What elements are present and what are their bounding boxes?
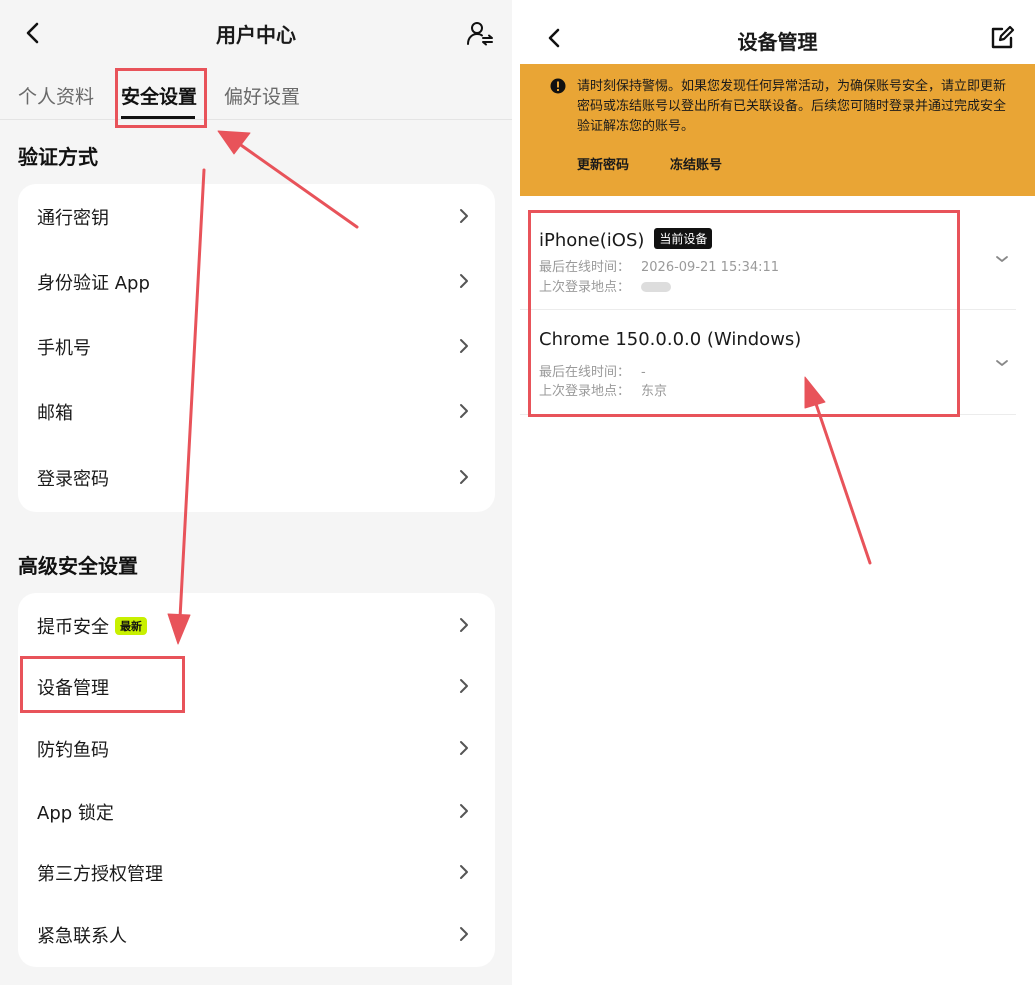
exclamation-icon <box>550 78 566 94</box>
settings-row-emergency-contact[interactable]: 紧急联系人 <box>18 902 495 967</box>
chevron-right-icon <box>460 804 468 818</box>
row-label: 身份验证 App <box>37 273 150 294</box>
row-label: 通行密钥 <box>37 208 109 229</box>
chevron-right-icon <box>460 618 468 632</box>
user-swap-icon[interactable] <box>465 18 495 48</box>
row-label: 第三方授权管理 <box>37 864 163 885</box>
right-screen: 设备管理 请时刻保持警惕。如果您发现任何异常活动，为确保账号安全，请立即更新密码… <box>520 0 1035 985</box>
advanced-section-title: 高级安全设置 <box>18 554 138 578</box>
chevron-right-icon <box>460 404 468 418</box>
settings-row-withdrawal-security[interactable]: 提币安全 最新 <box>18 593 495 658</box>
freeze-account-link[interactable]: 冻结账号 <box>670 154 722 173</box>
settings-row-phone[interactable]: 手机号 <box>18 314 495 379</box>
tab-bar: 个人资料 安全设置 偏好设置 <box>0 68 512 120</box>
chevron-right-icon <box>460 339 468 353</box>
chevron-right-icon <box>460 274 468 288</box>
chevron-right-icon <box>460 927 468 941</box>
settings-row-anti-phishing-code[interactable]: 防钓鱼码 <box>18 716 495 781</box>
chevron-right-icon <box>460 865 468 879</box>
settings-row-app-lock[interactable]: App 锁定 <box>18 779 495 844</box>
page-title: 用户中心 <box>216 23 296 47</box>
edit-icon[interactable] <box>988 24 1016 52</box>
settings-row-login-password[interactable]: 登录密码 <box>18 445 495 510</box>
row-label: 登录密码 <box>37 469 109 490</box>
tab-profile[interactable]: 个人资料 <box>18 82 94 109</box>
chevron-down-icon[interactable] <box>994 253 1010 265</box>
chevron-right-icon <box>460 679 468 693</box>
verification-section-title: 验证方式 <box>18 145 98 169</box>
left-header: 用户中心 <box>0 0 512 68</box>
settings-row-email[interactable]: 邮箱 <box>18 379 495 444</box>
warning-text: 请时刻保持警惕。如果您发现任何异常活动，为确保账号安全，请立即更新密码或冻结账号… <box>577 79 1007 134</box>
row-label: 手机号 <box>37 338 91 359</box>
tab-preferences[interactable]: 偏好设置 <box>224 82 300 109</box>
new-badge: 最新 <box>115 617 147 635</box>
chevron-right-icon <box>460 741 468 755</box>
settings-row-passkey[interactable]: 通行密钥 <box>18 184 495 249</box>
security-warning-banner: 请时刻保持警惕。如果您发现任何异常活动，为确保账号安全，请立即更新密码或冻结账号… <box>520 64 1035 196</box>
settings-row-authenticator-app[interactable]: 身份验证 App <box>18 249 495 314</box>
row-label: 提币安全 最新 <box>37 613 147 639</box>
settings-row-third-party-auth[interactable]: 第三方授权管理 <box>18 840 495 905</box>
update-password-link[interactable]: 更新密码 <box>577 154 629 173</box>
row-label: App 锁定 <box>37 803 114 824</box>
page-title: 设备管理 <box>737 30 818 54</box>
advanced-card: 提币安全 最新 设备管理 防钓鱼码 App 锁定 第三方授权管理 紧急联系人 <box>18 593 495 967</box>
chevron-right-icon <box>460 209 468 223</box>
right-header: 设备管理 <box>520 0 1035 64</box>
highlight-security-tab <box>115 68 207 128</box>
highlight-device-management <box>20 656 185 713</box>
row-label: 邮箱 <box>37 403 73 424</box>
chevron-right-icon <box>460 470 468 484</box>
highlight-device-list <box>528 210 960 417</box>
left-screen: 用户中心 个人资料 安全设置 偏好设置 验证方式 通行密钥 身份验证 App 手… <box>0 0 512 985</box>
chevron-down-icon[interactable] <box>994 357 1010 369</box>
verification-card: 通行密钥 身份验证 App 手机号 邮箱 登录密码 <box>18 184 495 512</box>
row-label: 紧急联系人 <box>37 926 127 947</box>
row-label: 防钓鱼码 <box>37 740 109 761</box>
